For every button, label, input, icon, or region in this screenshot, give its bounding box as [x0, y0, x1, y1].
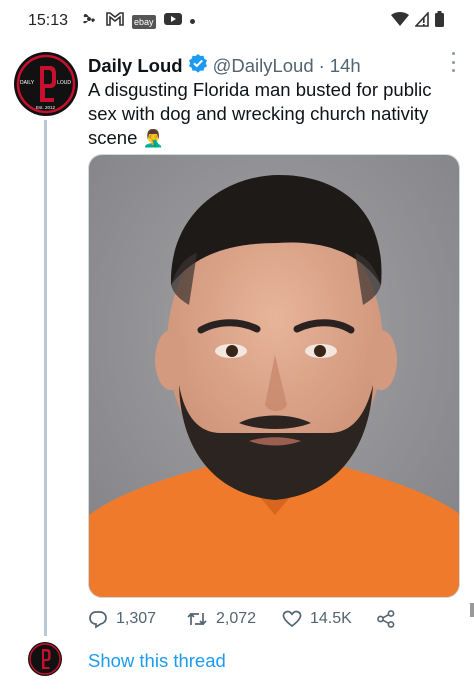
- reply-button[interactable]: 1,307: [88, 609, 156, 629]
- reply-icon: [88, 609, 108, 629]
- tweet-timestamp[interactable]: 14h: [330, 55, 361, 77]
- fan-icon: [80, 11, 98, 32]
- scrollbar-thumb[interactable]: [470, 603, 474, 617]
- more-options-icon[interactable]: [450, 52, 456, 72]
- retweet-count: 2,072: [216, 610, 257, 627]
- author-name[interactable]: Daily Loud: [88, 55, 183, 77]
- share-button[interactable]: [376, 609, 396, 629]
- ebay-icon: ebay: [132, 14, 156, 29]
- mugshot-illustration: [89, 155, 459, 597]
- wifi-icon: [391, 11, 409, 32]
- heart-icon: [282, 609, 302, 629]
- battery-icon: [435, 11, 444, 32]
- status-time: 15:13: [28, 12, 69, 29]
- avatar-right-text: LOUD: [57, 80, 71, 86]
- avatar-left-text: DAILY: [20, 80, 35, 86]
- show-thread-link[interactable]: Show this thread: [88, 650, 226, 672]
- status-notification-icons: ebay: [80, 11, 195, 32]
- thread-connector-line: [44, 120, 47, 636]
- facepalm-emoji: 🤦‍♂️: [142, 129, 164, 148]
- gmail-icon: [106, 12, 124, 31]
- thread-avatar[interactable]: [28, 642, 62, 676]
- retweet-icon: [186, 609, 208, 629]
- like-count: 14.5K: [310, 610, 352, 627]
- tweet-image[interactable]: [88, 154, 460, 598]
- tweet-actions: 1,307 2,072 14.5K: [88, 609, 408, 635]
- youtube-icon: [163, 12, 182, 31]
- avatar-est-text: Est. 2012: [36, 105, 56, 110]
- status-bar: 15:13 ebay: [0, 0, 474, 40]
- verified-badge-icon: [188, 53, 208, 78]
- author-avatar[interactable]: DAILY LOUD Est. 2012: [14, 52, 78, 116]
- retweet-button[interactable]: 2,072: [186, 609, 256, 629]
- header-separator: ·: [318, 54, 325, 76]
- signal-icon: [414, 10, 429, 32]
- tweet-text: A disgusting Florida man busted for publ…: [88, 78, 458, 151]
- like-button[interactable]: 14.5K: [282, 609, 352, 629]
- status-system-icons: [391, 10, 444, 32]
- tweet-body: A disgusting Florida man busted for publ…: [88, 79, 432, 148]
- author-handle[interactable]: @DailyLoud: [213, 55, 314, 77]
- share-icon: [376, 609, 396, 629]
- notification-dot-icon: [189, 19, 195, 24]
- tweet-header: Daily Loud @DailyLoud · 14h: [88, 53, 361, 78]
- reply-count: 1,307: [116, 610, 157, 627]
